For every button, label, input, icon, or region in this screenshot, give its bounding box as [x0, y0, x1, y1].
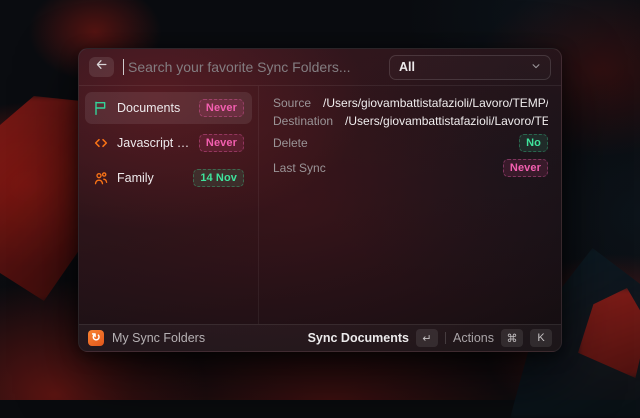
detail-row-last-sync: Last Sync Never	[273, 155, 548, 180]
detail-row-source: Source /Users/giovambattistafazioli/Lavo…	[273, 94, 548, 112]
detail-label: Last Sync	[273, 161, 326, 175]
filter-dropdown[interactable]: All	[389, 55, 551, 80]
list-item-label: Documents	[117, 101, 191, 115]
last-sync-detail-badge: Never	[503, 159, 548, 177]
filter-selected-value: All	[399, 60, 525, 74]
primary-action-button[interactable]: Sync Documents	[308, 331, 409, 345]
chevron-down-icon	[531, 58, 541, 76]
detail-label: Destination	[273, 114, 333, 128]
actions-menu-button[interactable]: Actions	[453, 331, 494, 345]
list-item-family[interactable]: Family 14 Nov	[85, 162, 252, 194]
list-item-javascript-source[interactable]: Javascript Source C... Never	[85, 127, 252, 159]
detail-row-delete: Delete No	[273, 130, 548, 155]
list-item-label: Javascript Source C...	[117, 136, 191, 150]
flag-icon	[93, 100, 109, 116]
sync-app-icon: ↻	[88, 330, 104, 346]
search-header: Search your favorite Sync Folders... All	[79, 49, 561, 86]
text-caret	[123, 59, 124, 75]
detail-value: /Users/giovambattistafazioli/Lavoro/TEMP…	[345, 114, 548, 128]
details-panel: Source /Users/giovambattistafazioli/Lavo…	[259, 86, 561, 324]
command-key-icon[interactable]: ⌘	[501, 329, 523, 347]
detail-label: Delete	[273, 136, 308, 150]
detail-row-destination: Destination /Users/giovambattistafazioli…	[273, 112, 548, 130]
last-sync-badge: Never	[199, 134, 244, 152]
window-body: Documents Never Javascript Source C... N…	[79, 86, 561, 324]
back-button[interactable]	[89, 57, 114, 77]
launcher-window: Search your favorite Sync Folders... All…	[78, 48, 562, 352]
people-icon	[93, 170, 109, 186]
last-sync-badge: Never	[199, 99, 244, 117]
k-key-icon[interactable]: K	[530, 329, 552, 347]
list-item-documents[interactable]: Documents Never	[85, 92, 252, 124]
sync-folder-list: Documents Never Javascript Source C... N…	[79, 86, 259, 324]
footer-divider	[445, 332, 446, 344]
arrow-left-icon	[95, 58, 108, 76]
list-item-label: Family	[117, 171, 185, 185]
detail-label: Source	[273, 96, 311, 110]
detail-value: /Users/giovambattistafazioli/Lavoro/TEMP…	[323, 96, 548, 110]
search-input[interactable]: Search your favorite Sync Folders...	[128, 59, 380, 75]
footer-actions: Sync Documents ↵ Actions ⌘ K	[308, 329, 552, 347]
app-name-label: My Sync Folders	[112, 331, 205, 345]
delete-badge: No	[519, 134, 548, 152]
code-icon	[93, 135, 109, 151]
return-key-icon[interactable]: ↵	[416, 329, 438, 347]
status-bar: ↻ My Sync Folders Sync Documents ↵ Actio…	[79, 324, 561, 351]
last-sync-badge: 14 Nov	[193, 169, 244, 187]
